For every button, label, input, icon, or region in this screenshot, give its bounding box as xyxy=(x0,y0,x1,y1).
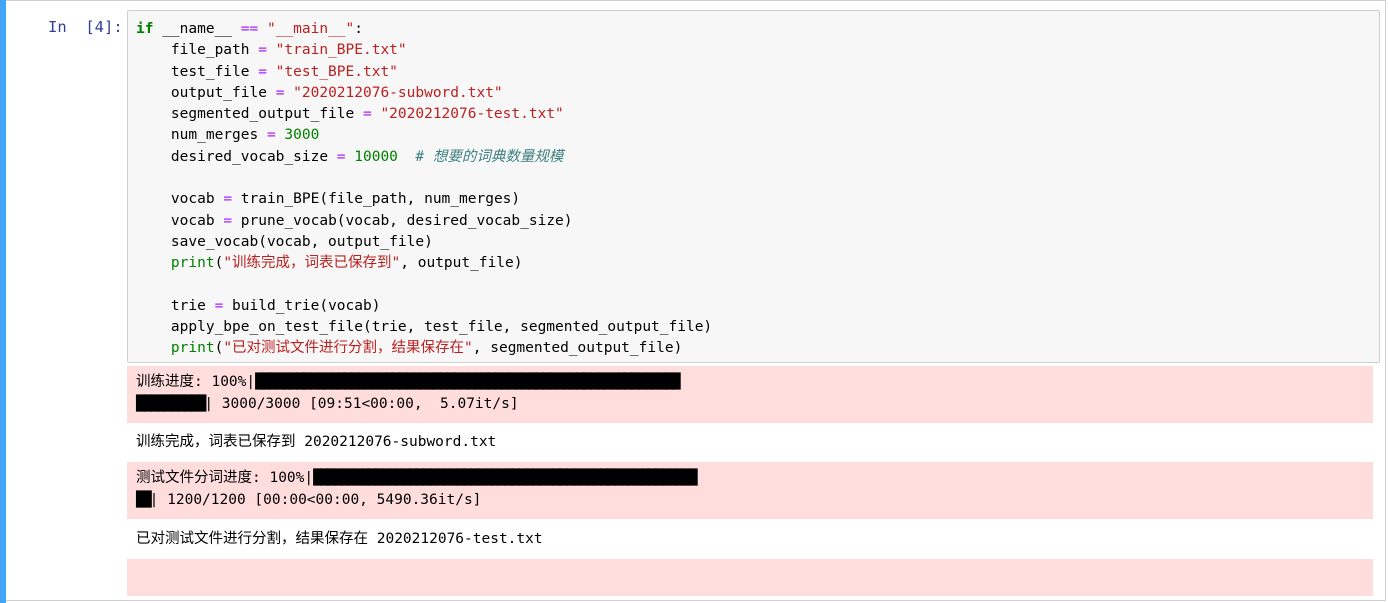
line-10: vocab = prune_vocab(vocab, desired_vocab… xyxy=(136,212,573,229)
stdout-segmentation-complete: 已对测试文件进行分割，结果保存在 2020212076-test.txt xyxy=(136,531,543,547)
line-14: trie = build_trie(vocab) xyxy=(136,297,381,314)
line-6: num_merges = 3000 xyxy=(136,127,320,144)
stderr-output-empty xyxy=(127,559,1373,596)
progress-output-training: 训练进度: 100%|█████████████████████████████… xyxy=(127,366,1373,423)
code-editor[interactable]: if __name__ == "__main__": file_path = "… xyxy=(127,10,1380,363)
line-2: file_path = "train_BPE.txt" xyxy=(136,42,407,59)
line-7: desired_vocab_size = 10000 # 想要的词典数量规模 xyxy=(136,148,564,165)
code-text[interactable]: if __name__ == "__main__": file_path = "… xyxy=(136,19,712,360)
cell-selection-indicator xyxy=(0,0,6,603)
line-11: save_vocab(vocab, output_file) xyxy=(136,233,433,250)
stdout-training-complete: 训练完成，词表已保存到 2020212076-subword.txt xyxy=(136,434,497,450)
line-15: apply_bpe_on_test_file(trie, test_file, … xyxy=(136,319,713,336)
line-12: print("训练完成，词表已保存到", output_file) xyxy=(170,255,523,272)
line-9: vocab = train_BPE(file_path, num_merges) xyxy=(136,191,521,208)
progress-bar-segmentation: ████████████████████████████████████████… xyxy=(313,470,697,486)
line-4: output_file = "2020212076-subword.txt" xyxy=(136,84,503,101)
input-prompt: In [4]: xyxy=(48,18,123,36)
line-5: segmented_output_file = "2020212076-test… xyxy=(136,106,564,123)
progress-output-segmentation: 测试文件分词进度: 100%|█████████████████████████… xyxy=(127,462,1373,519)
line-3: test_file = "test_BPE.txt" xyxy=(136,63,398,80)
line-1: if __name__ == "__main__": xyxy=(136,21,364,37)
progress-bar-training: ████████████████████████████████████████… xyxy=(255,374,680,390)
line-16: print("已对测试文件进行分割，结果保存在", segmented_outp… xyxy=(170,340,683,357)
